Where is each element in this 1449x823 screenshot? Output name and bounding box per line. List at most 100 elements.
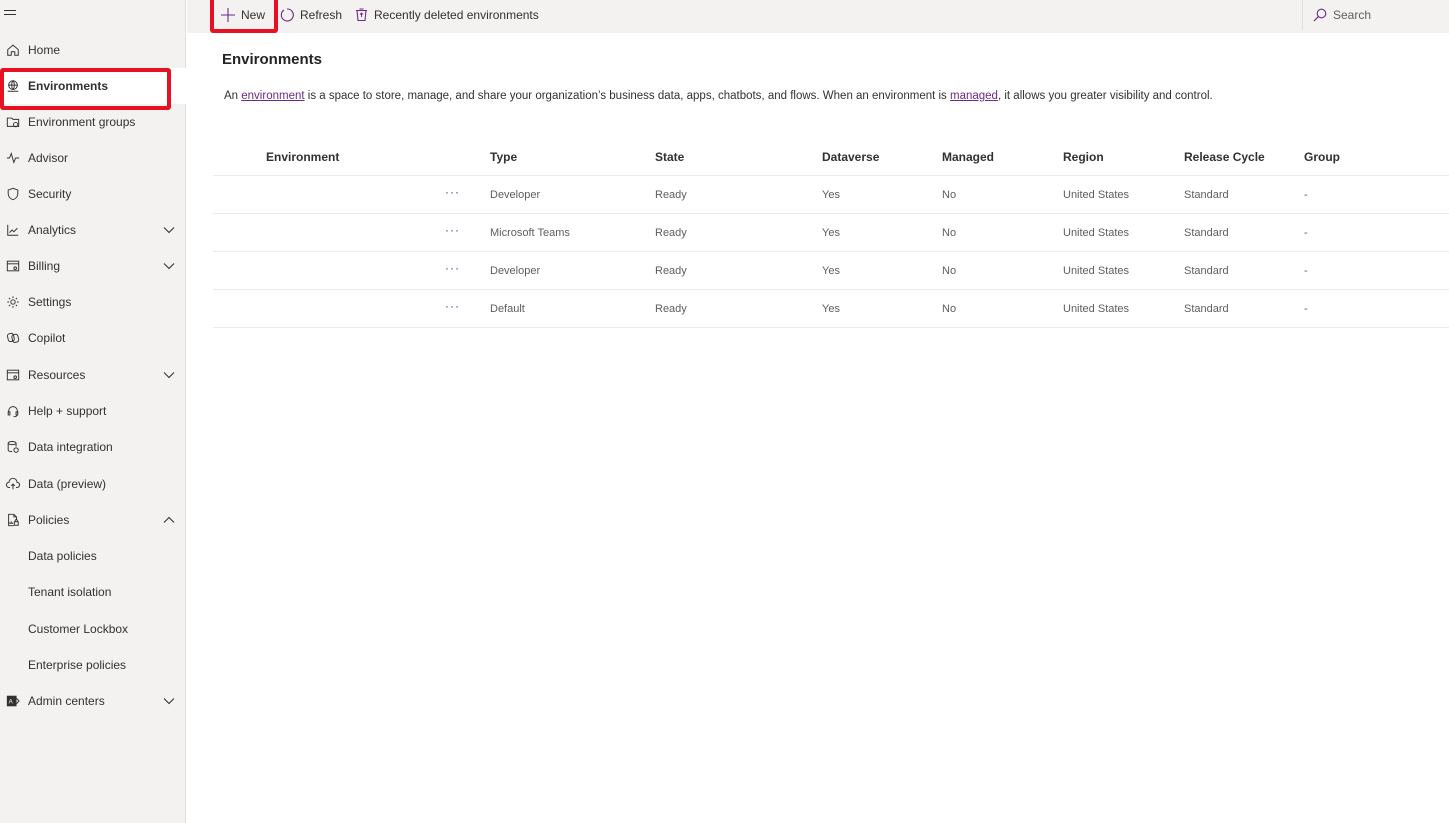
table-header: Environment Type State Dataverse Managed…	[213, 138, 1449, 176]
plus-icon	[221, 8, 235, 22]
chevron-down-icon[interactable]	[162, 259, 176, 273]
sidebar-item-label: Data integration	[28, 440, 113, 454]
sidebar-item-policies[interactable]: Policies	[0, 502, 186, 538]
cell-group: -	[1304, 227, 1308, 239]
sidebar-item-environment-groups[interactable]: Environment groups	[0, 104, 186, 140]
table-row[interactable]: ··· Default Ready Yes No United States S…	[213, 290, 1449, 328]
search-placeholder: Search	[1333, 8, 1372, 22]
environment-link[interactable]: environment	[241, 90, 304, 102]
table-row[interactable]: ··· Developer Ready Yes No United States…	[213, 252, 1449, 290]
cell-type: Microsoft Teams	[490, 227, 570, 239]
environments-table: Environment Type State Dataverse Managed…	[213, 138, 1449, 328]
chevron-down-icon[interactable]	[162, 368, 176, 382]
column-header-release-cycle[interactable]: Release Cycle	[1184, 150, 1265, 164]
sidebar-item-label: Environment groups	[28, 115, 136, 129]
sidebar-item-home[interactable]: Home	[0, 32, 186, 68]
sidebar-item-environments[interactable]: Environments	[0, 68, 186, 104]
recycle-bin-icon	[356, 8, 367, 22]
description-text: is a space to store, manage, and share y…	[304, 90, 950, 102]
new-button[interactable]: New	[221, 0, 265, 30]
sidebar-item-data-policies[interactable]: Data policies	[0, 538, 186, 574]
policy-document-icon	[5, 512, 21, 528]
cell-release-cycle: Standard	[1184, 303, 1229, 315]
search-input[interactable]: Search	[1302, 0, 1449, 30]
sidebar-item-label: Billing	[28, 259, 61, 273]
sidebar-item-label: Admin centers	[28, 694, 105, 708]
page-description: An environment is a space to store, mana…	[224, 90, 1213, 102]
column-header-environment[interactable]: Environment	[266, 150, 339, 164]
recently-deleted-label: Recently deleted environments	[374, 8, 539, 22]
sidebar-item-label: Help + support	[28, 404, 107, 418]
column-header-state[interactable]: State	[655, 150, 684, 164]
table-row[interactable]: ··· Microsoft Teams Ready Yes No United …	[213, 214, 1449, 252]
sidebar: Home Environments Environment groups Adv…	[0, 0, 186, 823]
home-icon	[5, 42, 21, 58]
managed-link[interactable]: managed	[950, 90, 998, 102]
cell-type: Developer	[490, 189, 541, 201]
new-button-label: New	[241, 8, 266, 22]
page-title: Environments	[222, 51, 323, 68]
sidebar-item-label: Settings	[28, 295, 72, 309]
shield-icon	[5, 186, 21, 202]
cell-managed: No	[942, 189, 957, 201]
cell-managed: No	[942, 265, 957, 277]
sidebar-item-customer-lockbox[interactable]: Customer Lockbox	[0, 611, 186, 647]
sidebar-item-copilot[interactable]: Copilot	[0, 320, 186, 356]
column-header-group[interactable]: Group	[1304, 150, 1340, 164]
chevron-up-icon[interactable]	[162, 513, 176, 527]
cell-state: Ready	[655, 189, 687, 201]
globe-icon	[5, 78, 21, 94]
cloud-upload-icon	[5, 476, 21, 492]
cell-release-cycle: Standard	[1184, 227, 1229, 239]
column-header-dataverse[interactable]: Dataverse	[822, 150, 879, 164]
admin-centers-icon: A	[5, 693, 21, 709]
column-header-region[interactable]: Region	[1063, 150, 1104, 164]
chevron-down-icon[interactable]	[162, 223, 176, 237]
sidebar-item-billing[interactable]: Billing	[0, 248, 186, 284]
sidebar-item-tenant-isolation[interactable]: Tenant isolation	[0, 574, 186, 610]
cell-state: Ready	[655, 265, 687, 277]
sidebar-item-analytics[interactable]: Analytics	[0, 212, 186, 248]
table-row[interactable]: ··· Developer Ready Yes No United States…	[213, 176, 1449, 214]
sidebar-item-label: Policies	[28, 513, 70, 527]
cell-group: -	[1304, 265, 1308, 277]
hamburger-icon[interactable]	[4, 7, 20, 21]
sidebar-item-label: Analytics	[28, 223, 77, 237]
sidebar-item-label: Resources	[28, 368, 86, 382]
cell-region: United States	[1063, 303, 1130, 315]
sidebar-item-data-preview[interactable]: Data (preview)	[0, 466, 186, 502]
sidebar-item-label: Security	[28, 187, 72, 201]
recently-deleted-button[interactable]: Recently deleted environments	[355, 0, 539, 30]
sidebar-item-label: Advisor	[28, 151, 69, 165]
sidebar-item-advisor[interactable]: Advisor	[0, 140, 186, 176]
column-header-type[interactable]: Type	[490, 150, 517, 164]
more-actions-icon[interactable]: ···	[445, 261, 460, 275]
cell-state: Ready	[655, 303, 687, 315]
pulse-icon	[5, 150, 21, 166]
cell-type: Default	[490, 303, 525, 315]
sidebar-item-admin-centers[interactable]: A Admin centers	[0, 683, 186, 719]
sidebar-item-help-support[interactable]: Help + support	[0, 393, 186, 429]
copilot-icon	[5, 330, 21, 346]
cell-release-cycle: Standard	[1184, 189, 1229, 201]
more-actions-icon[interactable]: ···	[445, 223, 460, 237]
chevron-down-icon[interactable]	[162, 694, 176, 708]
sidebar-item-security[interactable]: Security	[0, 176, 186, 212]
more-actions-icon[interactable]: ···	[445, 299, 460, 313]
cell-dataverse: Yes	[822, 303, 840, 315]
more-actions-icon[interactable]: ···	[445, 185, 460, 199]
sidebar-item-data-integration[interactable]: Data integration	[0, 429, 186, 465]
description-text: , it allows you greater visibility and c…	[997, 90, 1213, 102]
column-header-managed[interactable]: Managed	[942, 150, 994, 164]
sidebar-item-label: Tenant isolation	[28, 585, 112, 599]
folder-globe-icon	[5, 114, 21, 130]
cell-managed: No	[942, 303, 957, 315]
cell-region: United States	[1063, 265, 1130, 277]
sidebar-item-label: Data policies	[28, 549, 97, 563]
sidebar-item-enterprise-policies[interactable]: Enterprise policies	[0, 647, 186, 683]
refresh-button[interactable]: Refresh	[280, 0, 342, 30]
sidebar-item-resources[interactable]: Resources	[0, 357, 186, 393]
description-text: An	[224, 90, 242, 102]
cell-type: Developer	[490, 265, 541, 277]
sidebar-item-settings[interactable]: Settings	[0, 284, 186, 320]
